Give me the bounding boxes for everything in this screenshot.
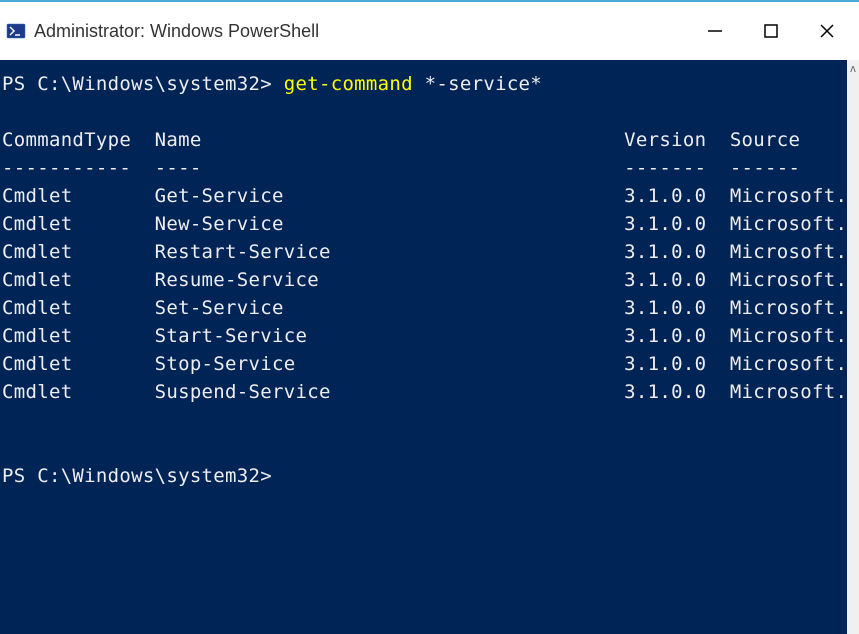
table-row: Cmdlet Suspend-Service 3.1.0.0 Microsoft…	[2, 381, 847, 403]
table-row: Cmdlet Set-Service 3.1.0.0 Microsoft.Pow…	[2, 297, 847, 319]
command-argument: *-service*	[425, 73, 542, 95]
column-divider: ----------- ---- ------- ------	[2, 157, 800, 179]
minimize-button[interactable]	[703, 19, 727, 43]
table-row: Cmdlet Get-Service 3.1.0.0 Microsoft.Pow…	[2, 185, 847, 207]
terminal-output[interactable]: PS C:\Windows\system32> get-command *-se…	[0, 60, 847, 634]
window-title: Administrator: Windows PowerShell	[34, 21, 703, 42]
window-controls	[703, 19, 853, 43]
scroll-up-button[interactable]: ʌ	[847, 60, 859, 78]
prompt-path: PS C:\Windows\system32>	[2, 465, 272, 487]
close-button[interactable]	[815, 19, 839, 43]
table-row: Cmdlet Resume-Service 3.1.0.0 Microsoft.…	[2, 269, 847, 291]
table-row: Cmdlet Start-Service 3.1.0.0 Microsoft.P…	[2, 325, 847, 347]
prompt-path: PS C:\Windows\system32>	[2, 73, 272, 95]
powershell-icon	[6, 21, 26, 41]
scrollbar[interactable]: ʌ	[847, 60, 859, 634]
table-row: Cmdlet Restart-Service 3.1.0.0 Microsoft…	[2, 241, 847, 263]
table-row: Cmdlet New-Service 3.1.0.0 Microsoft.Pow…	[2, 213, 847, 235]
table-row: Cmdlet Stop-Service 3.1.0.0 Microsoft.Po…	[2, 353, 847, 375]
column-header: CommandType Name Version Source	[2, 129, 800, 151]
maximize-button[interactable]	[759, 19, 783, 43]
terminal-container: PS C:\Windows\system32> get-command *-se…	[0, 60, 859, 634]
titlebar[interactable]: Administrator: Windows PowerShell	[0, 0, 859, 60]
command-name: get-command	[284, 73, 413, 95]
